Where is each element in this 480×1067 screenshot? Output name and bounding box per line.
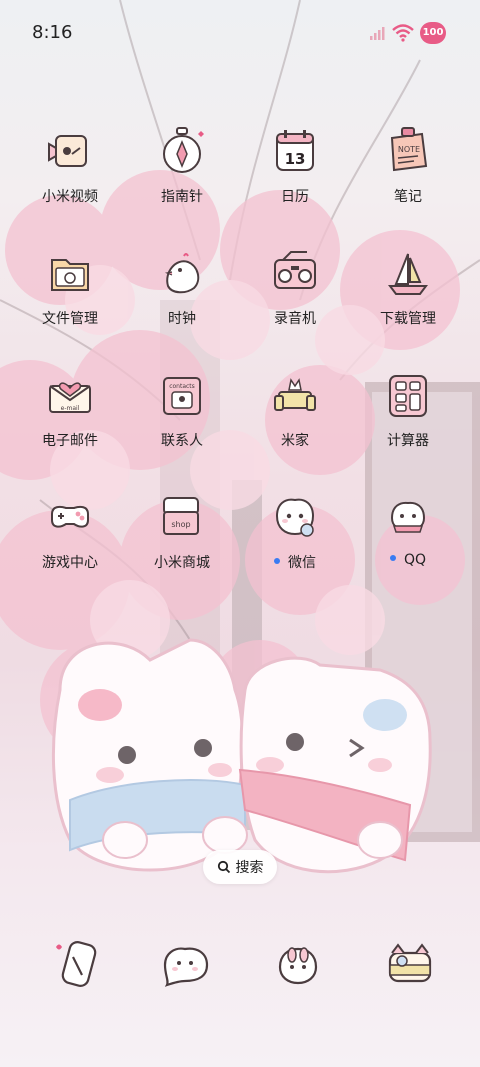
svg-text:13: 13	[285, 150, 306, 168]
wifi-icon	[392, 24, 414, 42]
sailboat-icon	[388, 253, 428, 295]
app-label: 游戏中心	[42, 555, 98, 571]
app-contacts[interactable]: contacts 联系人	[127, 368, 237, 450]
app-compass[interactable]: 指南针	[127, 124, 237, 206]
dock-messages[interactable]	[145, 935, 225, 995]
app-label: QQ	[353, 552, 463, 568]
app-label: 下载管理	[380, 311, 436, 327]
search-button[interactable]: 搜索	[203, 850, 277, 884]
app-calendar[interactable]: 13 日历	[240, 124, 350, 206]
cat-face-icon	[275, 498, 315, 537]
app-label: 米家	[281, 433, 309, 449]
dock-phone[interactable]	[40, 935, 120, 995]
app-recorder[interactable]: 录音机	[240, 246, 350, 328]
app-label: 日历	[281, 189, 309, 205]
app-label: 指南针	[161, 189, 203, 205]
app-label: 笔记	[394, 189, 422, 205]
calendar-icon: 13	[276, 130, 314, 171]
svg-text:NOTE: NOTE	[398, 145, 420, 154]
browser-icon	[278, 947, 318, 985]
app-label: 时钟	[168, 311, 196, 327]
app-label: 微信	[240, 552, 350, 572]
new-dot	[274, 558, 280, 564]
gamepad-icon	[51, 505, 89, 528]
app-mi-home[interactable]: 米家	[240, 368, 350, 450]
app-downloads[interactable]: 下载管理	[353, 246, 463, 328]
app-mi-store[interactable]: shop 小米商城	[127, 490, 237, 572]
app-label: 录音机	[274, 311, 316, 327]
battery-indicator: 100	[420, 22, 446, 44]
app-file-manager[interactable]: 文件管理	[15, 246, 125, 328]
app-label: 联系人	[161, 433, 203, 449]
app-game-center[interactable]: 游戏中心	[15, 490, 125, 572]
app-clock[interactable]: 时钟	[127, 246, 237, 328]
video-camera-icon	[48, 135, 87, 167]
envelope-icon: e-mail	[49, 382, 91, 413]
folder-icon	[51, 259, 89, 291]
calculator-icon	[389, 375, 427, 417]
notes-icon: NOTE	[390, 127, 428, 172]
compass-icon	[163, 127, 204, 173]
camera-icon	[388, 943, 432, 983]
app-qq[interactable]: QQ	[353, 490, 463, 568]
dock-camera[interactable]	[370, 935, 450, 995]
app-wechat[interactable]: 微信	[240, 490, 350, 572]
app-label: 小米商城	[154, 555, 210, 571]
new-dot	[389, 555, 396, 561]
contacts-book-icon: contacts	[163, 377, 201, 415]
svg-text:e-mail: e-mail	[61, 405, 80, 412]
signal-icon	[370, 27, 385, 40]
svg-text:shop: shop	[171, 520, 190, 529]
cat-scarf-icon	[390, 501, 426, 533]
app-mi-video[interactable]: 小米视频	[15, 124, 125, 206]
dock-browser[interactable]	[258, 935, 338, 995]
app-label: 电子邮件	[42, 433, 98, 449]
search-icon	[217, 860, 230, 874]
app-calculator[interactable]: 计算器	[353, 368, 463, 450]
shop-bag-icon: shop	[163, 497, 199, 535]
status-time: 8:16	[32, 22, 73, 43]
messages-icon	[163, 947, 209, 987]
phone-icon	[56, 941, 97, 987]
status-bar: 8:16 100	[0, 0, 480, 66]
app-label: 计算器	[387, 433, 429, 449]
app-label: 小米视频	[42, 189, 98, 205]
app-notes[interactable]: NOTE 笔记	[353, 124, 463, 206]
app-label: 文件管理	[42, 311, 98, 327]
radio-icon	[274, 251, 316, 289]
search-label: 搜索	[235, 860, 264, 876]
chick-clock-icon	[164, 253, 200, 294]
svg-text:contacts: contacts	[169, 383, 195, 390]
app-email[interactable]: e-mail 电子邮件	[15, 368, 125, 450]
sofa-icon	[274, 378, 316, 411]
